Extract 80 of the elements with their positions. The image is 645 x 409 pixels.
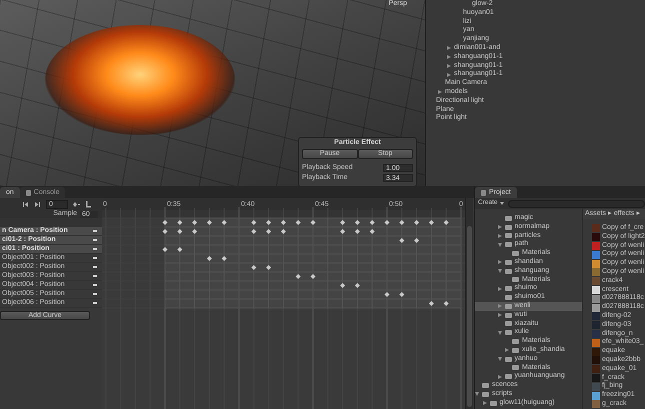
keyframe-marker[interactable]	[162, 229, 168, 234]
keyframe-marker[interactable]	[414, 238, 420, 243]
timeline-cell	[164, 226, 180, 236]
keyframe-marker[interactable]	[177, 247, 182, 252]
add-keyframe-icon[interactable]	[73, 200, 80, 208]
keyframe-marker[interactable]	[192, 229, 198, 234]
keyframe-marker[interactable]	[444, 220, 449, 225]
keyframe-marker[interactable]	[266, 229, 272, 234]
timeline-cell	[224, 254, 240, 264]
keyframe-marker[interactable]	[354, 283, 360, 288]
timeline-cell	[312, 272, 328, 282]
keyframe-marker[interactable]	[280, 229, 286, 234]
keyframe-marker[interactable]	[206, 220, 212, 225]
timeline-cell	[194, 226, 210, 236]
keyframe-marker[interactable]	[192, 220, 198, 225]
timeline-cell	[164, 244, 180, 254]
timeline-cell	[401, 236, 417, 246]
folder-tab-icon	[481, 190, 486, 196]
timeline-cell	[179, 226, 195, 236]
next-key-icon[interactable]	[34, 200, 41, 208]
timeline-cell	[357, 226, 373, 236]
expand-arrow-icon[interactable]	[438, 90, 442, 94]
timeline-cell	[342, 226, 358, 236]
keyframe-marker[interactable]	[399, 292, 404, 297]
timeline-cell	[401, 290, 417, 300]
keyframe-marker[interactable]	[370, 220, 375, 225]
keyframe-marker[interactable]	[222, 256, 227, 261]
keyframe-marker[interactable]	[296, 220, 301, 225]
expand-arrow-icon[interactable]	[447, 46, 451, 50]
keyframe-marker[interactable]	[414, 220, 420, 225]
timeline-cell	[253, 262, 269, 272]
keyframe-marker[interactable]	[266, 265, 272, 270]
console-icon	[26, 190, 31, 196]
keyframe-marker[interactable]	[251, 265, 256, 270]
keyframe-marker[interactable]	[310, 220, 316, 225]
timeline-cell	[283, 226, 299, 236]
keyframe-marker[interactable]	[399, 220, 404, 225]
caret-icon	[500, 202, 504, 205]
timeline-cell	[342, 280, 358, 290]
keyframe-marker[interactable]	[340, 283, 346, 288]
keyframe-marker[interactable]	[177, 229, 182, 234]
keyframe-marker[interactable]	[428, 301, 434, 306]
keyframe-marker[interactable]	[162, 220, 168, 225]
keyframe-marker[interactable]	[177, 220, 182, 225]
expand-arrow-icon[interactable]	[447, 55, 451, 60]
keyframe-marker[interactable]	[251, 229, 256, 234]
timeline-cell	[386, 290, 402, 300]
keyframe-marker[interactable]	[310, 274, 316, 279]
keyframe-marker[interactable]	[296, 274, 301, 279]
keyframe-marker[interactable]	[428, 220, 434, 225]
timeline-cell	[268, 262, 284, 272]
timeline-cell	[268, 226, 284, 236]
keyframe-marker[interactable]	[444, 301, 449, 306]
keyframe-marker[interactable]	[354, 220, 360, 225]
keyframe-marker[interactable]	[266, 220, 272, 225]
timeline-cell	[298, 272, 314, 282]
keyframe-marker[interactable]	[251, 220, 256, 225]
search-field[interactable]	[508, 200, 645, 208]
keyframe-marker[interactable]	[206, 256, 212, 261]
timeline-cell	[372, 226, 388, 236]
timeline-cell	[179, 244, 195, 254]
add-event-icon[interactable]	[85, 200, 92, 208]
timeline-cell	[416, 236, 432, 246]
keyframe-marker[interactable]	[340, 229, 346, 234]
keyframe-marker[interactable]	[162, 247, 168, 252]
keyframe-marker[interactable]	[280, 220, 286, 225]
keyframe-marker[interactable]	[354, 229, 360, 234]
keyframe-marker[interactable]	[370, 229, 375, 234]
keyframe-marker[interactable]	[222, 220, 227, 225]
timeline-cell	[253, 226, 269, 236]
keyframe-marker[interactable]	[340, 220, 346, 225]
keyframe-marker[interactable]	[399, 238, 404, 243]
keyframe-marker[interactable]	[384, 292, 390, 297]
previous-key-icon[interactable]	[22, 200, 29, 208]
timeline-cell	[357, 280, 373, 290]
timeline-cell	[209, 254, 225, 264]
expand-arrow-icon[interactable]	[447, 64, 451, 68]
scrollbar[interactable]	[465, 198, 473, 409]
keyframe-marker[interactable]	[384, 220, 390, 225]
expand-arrow-icon[interactable]	[447, 72, 451, 77]
